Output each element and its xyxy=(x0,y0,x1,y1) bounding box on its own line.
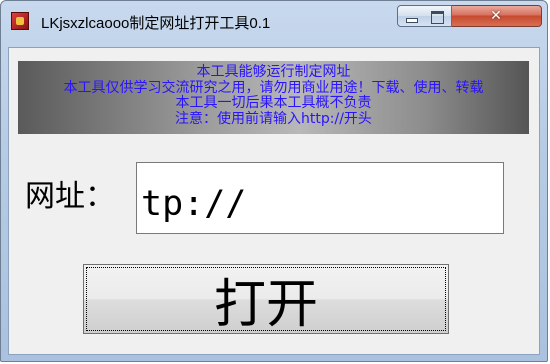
notice-line: 本工具一切后果本工具概不负责 xyxy=(175,95,372,111)
notice-line: 本工具仅供学习交流研究之用，请勿用商业用途！下载、使用、转载 xyxy=(63,79,484,96)
notice-line: 注意：使用前请输入http://开头 xyxy=(175,110,372,127)
minimize-button[interactable] xyxy=(397,5,425,27)
url-input[interactable] xyxy=(136,162,504,234)
maximize-button[interactable] xyxy=(424,5,452,27)
app-icon xyxy=(11,12,29,30)
open-button[interactable]: 打开 xyxy=(83,264,449,335)
window-title: LKjsxzlcaooo制定网址打开工具0.1 xyxy=(41,15,271,32)
minimize-icon xyxy=(406,18,418,23)
maximize-icon xyxy=(431,11,444,24)
client-area: 本工具能够运行制定网址 本工具仅供学习交流研究之用，请勿用商业用途！下载、使用、… xyxy=(8,47,540,355)
close-icon: ✕ xyxy=(490,8,502,24)
notice-banner: 本工具能够运行制定网址 本工具仅供学习交流研究之用，请勿用商业用途！下载、使用、… xyxy=(18,61,529,134)
url-label: 网址： xyxy=(25,179,115,214)
notice-line: 本工具能够运行制定网址 xyxy=(196,64,351,80)
open-button-label: 打开 xyxy=(213,274,318,335)
close-button[interactable]: ✕ xyxy=(452,5,542,27)
app-window: LKjsxzlcaooo制定网址打开工具0.1 ✕ 本工具能够运行制定网址 本工… xyxy=(0,0,548,362)
title-bar[interactable]: LKjsxzlcaooo制定网址打开工具0.1 ✕ xyxy=(1,1,547,47)
